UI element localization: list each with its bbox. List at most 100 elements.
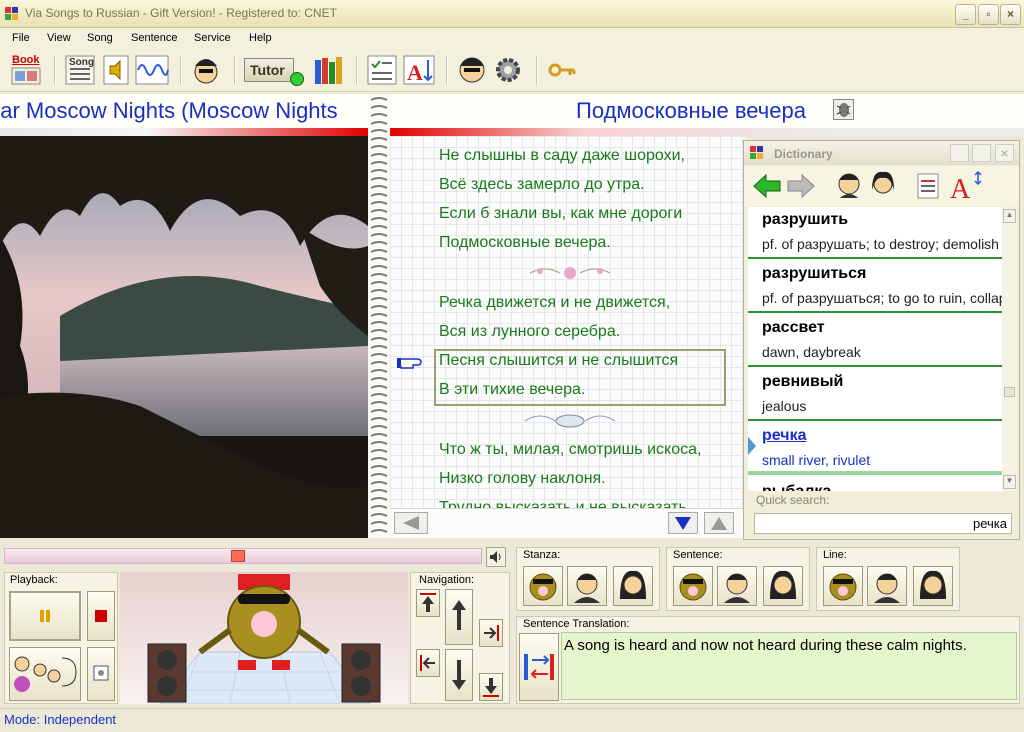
translation-toggle-button[interactable] <box>519 633 559 701</box>
notes-icon[interactable] <box>916 172 940 200</box>
selection-marker-icon <box>748 437 756 455</box>
entry-word: разрушиться <box>762 265 867 282</box>
tutor-button[interactable]: Tutor <box>244 54 308 86</box>
pointing-hand-icon <box>397 358 422 369</box>
male-voice-icon[interactable] <box>834 170 864 202</box>
menu-view[interactable]: View <box>47 32 71 44</box>
sentence-female-voice-button[interactable] <box>763 566 803 606</box>
menu-help[interactable]: Help <box>249 32 272 44</box>
dictionary-entry[interactable]: разрушить pf. of разрушать; to destroy; … <box>748 207 1002 259</box>
playback-group: Playback: <box>4 572 118 704</box>
font-size-icon[interactable]: A <box>948 168 984 202</box>
quick-search-input[interactable] <box>754 513 1012 534</box>
lyric-line[interactable]: Что ж ты, милая, смотришь искоса, <box>439 441 701 459</box>
song-title-en-text: ear Moscow Nights (Moscow Nights <box>0 98 338 123</box>
audio-button[interactable] <box>134 54 170 86</box>
spiral-ring <box>370 257 388 261</box>
dictionary-entry[interactable]: ревнивый jealous <box>748 369 1002 421</box>
lyric-line[interactable]: В эти тихие вечера. <box>439 381 585 399</box>
song-button[interactable]: Song <box>64 54 98 86</box>
lyric-line[interactable]: Речка движется и не движется, <box>439 294 670 312</box>
font-size-button[interactable]: A <box>402 54 436 86</box>
stanza-play-mascot-button[interactable] <box>523 566 563 606</box>
spiral-ring <box>370 185 388 189</box>
dictionary-entry[interactable]: рассвет dawn, daybreak <box>748 315 1002 367</box>
sentence-play-mascot-button[interactable] <box>673 566 713 606</box>
lyric-line[interactable]: Вся из лунного серебра. <box>439 323 620 341</box>
sentence-male-voice-button[interactable] <box>717 566 757 606</box>
lyrics-view-button[interactable] <box>102 54 130 86</box>
stop-button[interactable] <box>87 591 115 641</box>
stanza-male-voice-button[interactable] <box>567 566 607 606</box>
quiz-button[interactable] <box>366 54 398 86</box>
nav-last-button[interactable] <box>479 673 503 701</box>
dictionary-scrollbar[interactable]: ▲ ▼ <box>1002 207 1017 491</box>
menu-song[interactable]: Song <box>87 32 113 44</box>
song-title-russian: Подмосковные вечера <box>390 94 1024 128</box>
stanza-female-voice-button[interactable] <box>613 566 653 606</box>
mode-button[interactable] <box>9 647 81 701</box>
stanza-label: Stanza: <box>523 549 561 561</box>
books-icon <box>315 57 342 84</box>
scroll-up-button[interactable] <box>704 512 734 534</box>
menu-file[interactable]: File <box>12 32 30 44</box>
dictionary-entry-selected[interactable]: речка small river, rivulet <box>748 423 1002 475</box>
mascot-icon <box>679 573 707 601</box>
scroll-down-arrow-icon[interactable]: ▼ <box>1003 475 1016 489</box>
nav-prev-button[interactable] <box>445 589 473 645</box>
scroll-up-arrow-icon[interactable]: ▲ <box>1003 209 1016 223</box>
nav-next-button[interactable] <box>445 649 473 701</box>
forward-arrow-icon[interactable] <box>786 172 816 200</box>
lyric-line[interactable]: Низко голову наклоня. <box>439 470 606 488</box>
scroll-down-button[interactable] <box>668 512 698 534</box>
user-button[interactable] <box>456 54 488 86</box>
page-back-button[interactable] <box>394 512 428 534</box>
volume-button[interactable] <box>486 547 506 567</box>
lyric-line[interactable]: Песня слышится и не слышится <box>439 352 678 370</box>
dict-maximize-button[interactable] <box>972 144 991 162</box>
dict-minimize-button[interactable] <box>950 144 969 162</box>
pause-button[interactable] <box>9 591 81 641</box>
lyric-line[interactable]: Трудно высказать и не высказать <box>439 499 687 508</box>
close-button[interactable]: × <box>1000 4 1021 25</box>
spiral-ring <box>370 505 388 509</box>
female-voice-icon[interactable] <box>868 170 898 202</box>
menu-sentence[interactable]: Sentence <box>131 32 177 44</box>
line-play-mascot-button[interactable] <box>823 566 863 606</box>
nav-first-button[interactable] <box>416 589 440 617</box>
minimize-button[interactable]: _ <box>955 4 976 25</box>
spiral-ring <box>370 385 388 389</box>
lyric-line[interactable]: Всё здесь замерло до утра. <box>439 176 645 194</box>
male-face-icon <box>724 573 750 603</box>
book-button[interactable]: Book <box>10 54 44 86</box>
teacher-button[interactable] <box>190 54 222 86</box>
dictionary-entry[interactable]: рыбалка <box>748 479 1002 491</box>
spiral-ring <box>370 489 388 493</box>
tutor-label: Tutor <box>250 62 285 78</box>
back-arrow-icon[interactable] <box>752 172 782 200</box>
scroll-thumb[interactable] <box>1004 387 1015 397</box>
dict-close-button[interactable]: × <box>995 144 1014 162</box>
settings-small-button[interactable] <box>87 647 115 701</box>
lyric-line[interactable]: Если б знали вы, как мне дороги <box>439 205 682 223</box>
dictionary-entry[interactable]: разрушиться pf. of разрушаться; to go to… <box>748 261 1002 313</box>
audio-toggle-button[interactable] <box>833 99 854 120</box>
line-female-voice-button[interactable] <box>913 566 953 606</box>
nav-end-line-button[interactable] <box>479 619 503 647</box>
lyric-line[interactable]: Подмосковные вечера. <box>439 234 611 252</box>
register-key-button[interactable] <box>546 54 578 86</box>
line-male-voice-button[interactable] <box>867 566 907 606</box>
menu-service[interactable]: Service <box>194 32 231 44</box>
spiral-ring <box>370 297 388 301</box>
spiral-ring <box>370 201 388 205</box>
progress-thumb[interactable] <box>231 550 246 562</box>
nav-start-line-button[interactable] <box>416 649 440 677</box>
song-photo <box>0 136 368 538</box>
line-label: Line: <box>823 549 847 561</box>
lyric-line[interactable]: Не слышны в саду даже шорохи, <box>439 147 685 165</box>
library-button[interactable] <box>312 54 346 86</box>
spiral-ring <box>370 417 388 421</box>
spiral-ring <box>370 193 388 197</box>
maximize-button[interactable]: ▫ <box>978 4 999 25</box>
settings-button[interactable] <box>492 54 524 86</box>
